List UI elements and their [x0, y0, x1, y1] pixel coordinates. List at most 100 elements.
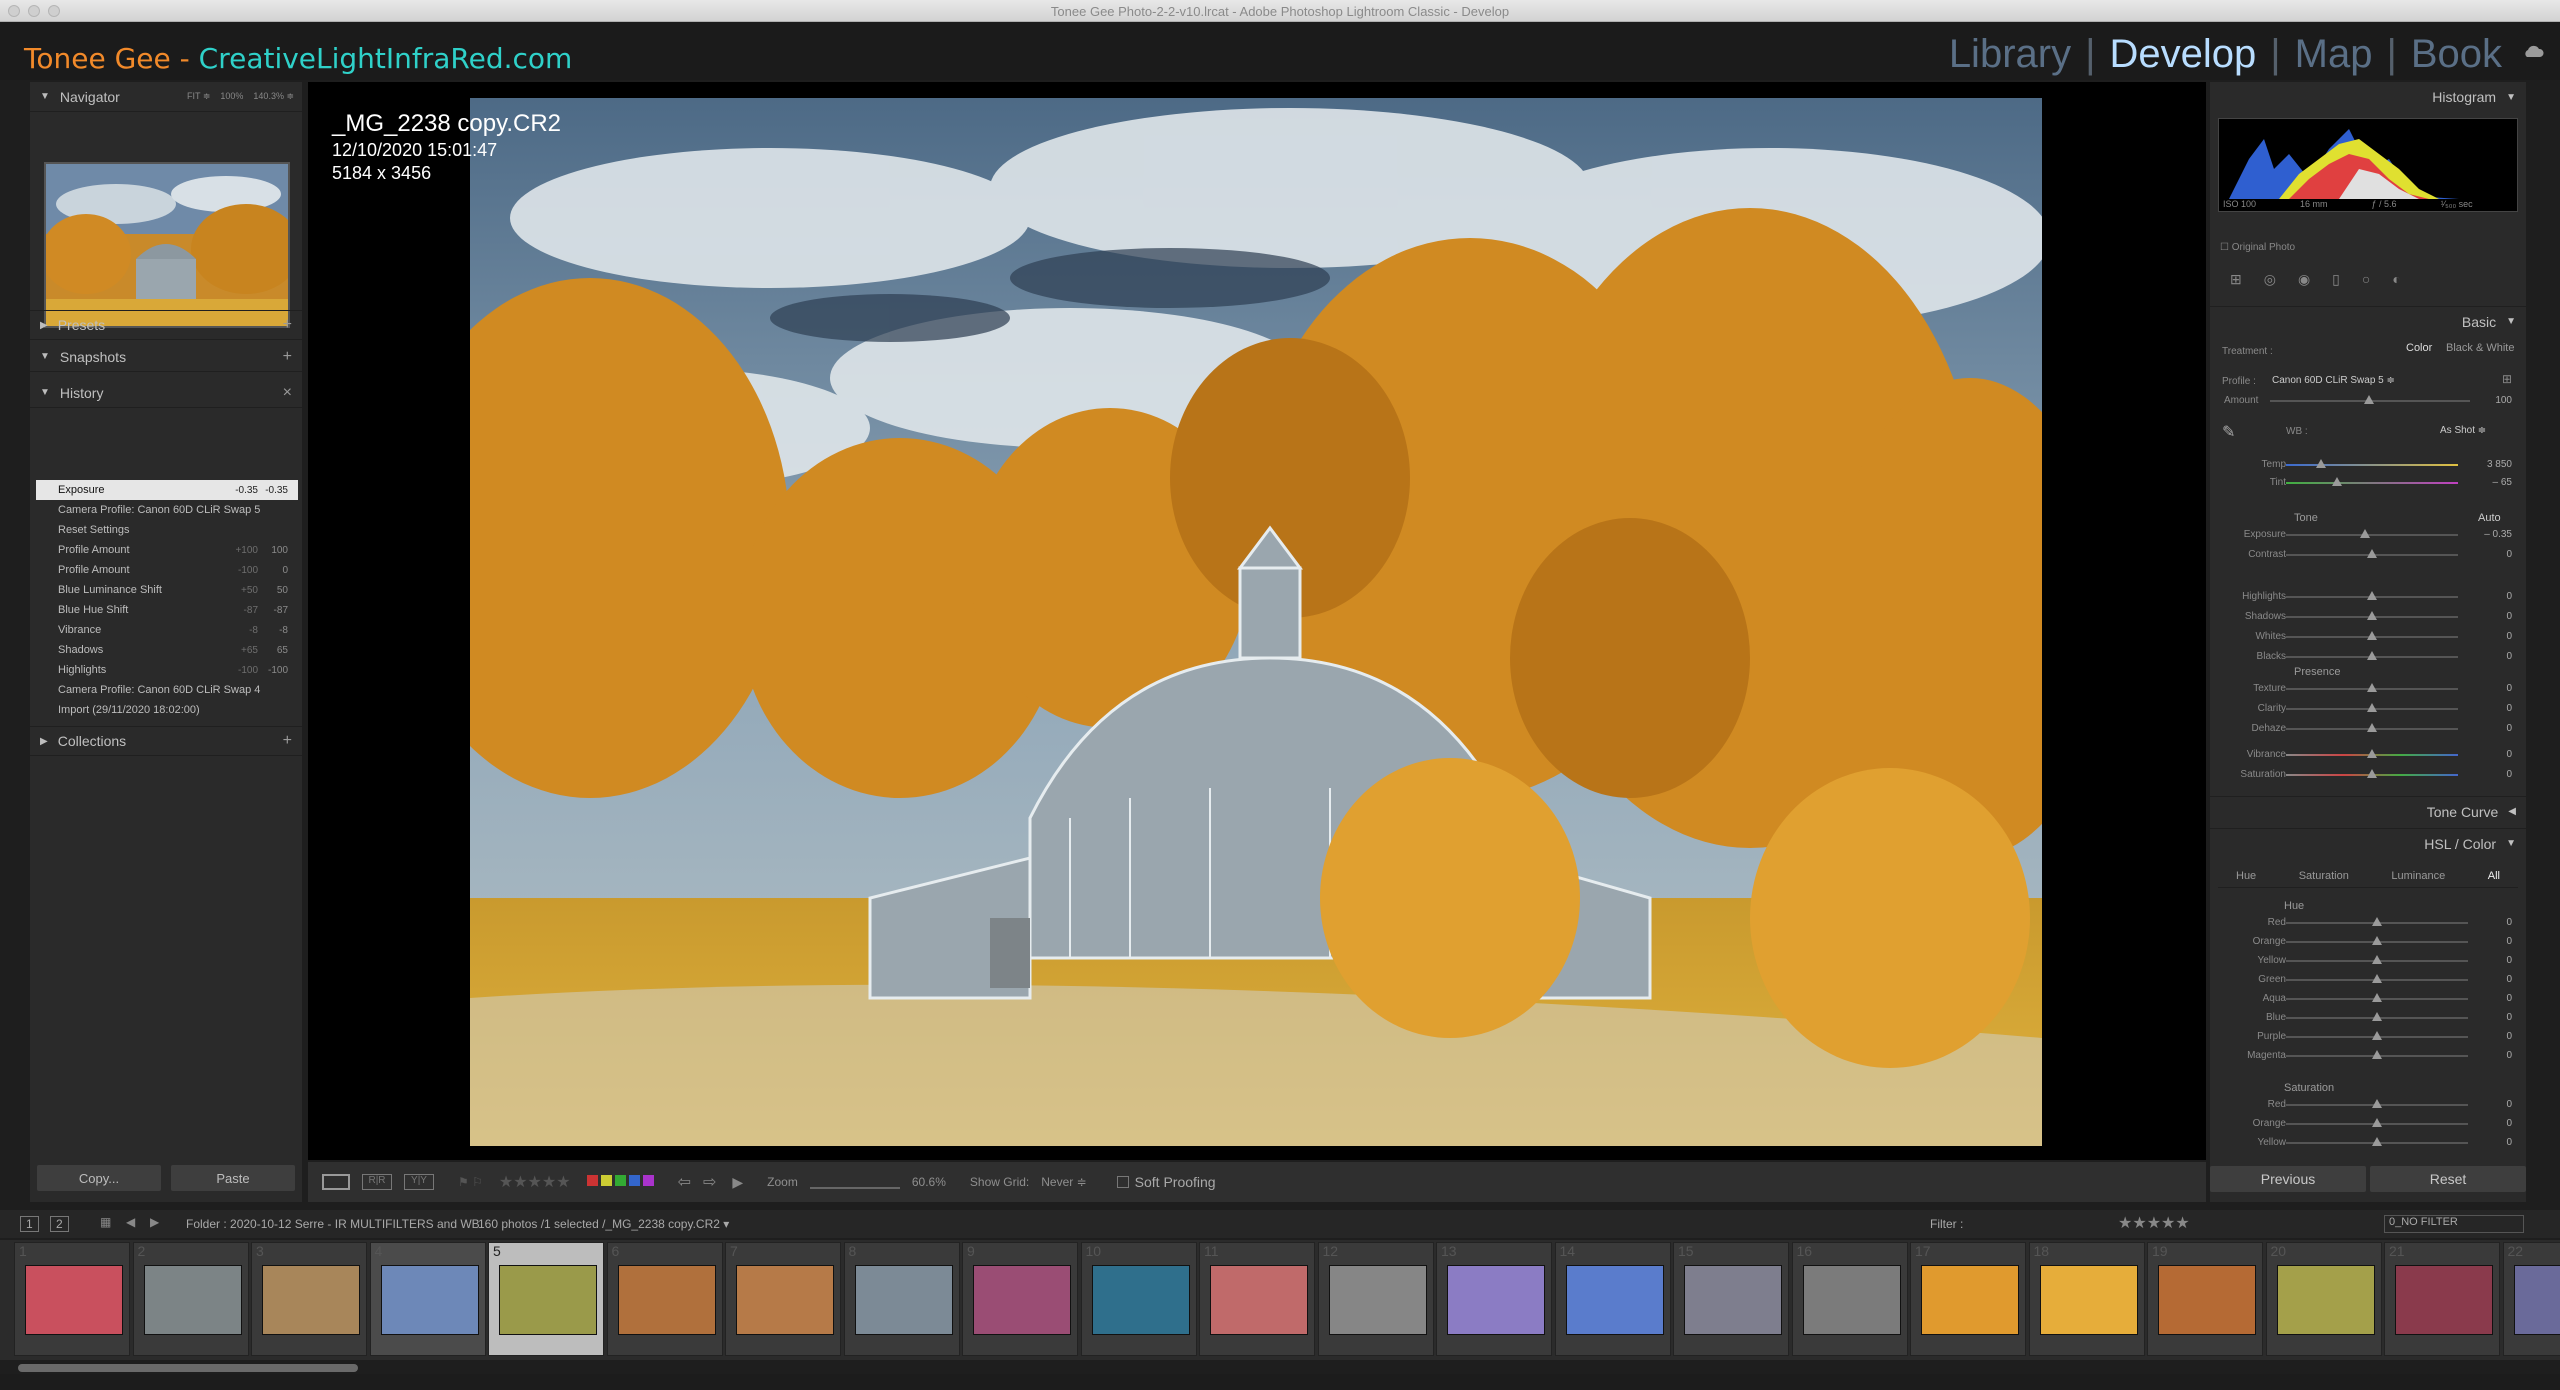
slideshow-play-icon[interactable]: ▶: [732, 1174, 743, 1191]
slider-magenta[interactable]: Magenta 0: [2210, 1047, 2526, 1065]
secondary-display-button[interactable]: 2: [50, 1216, 69, 1232]
copy-button[interactable]: Copy...: [36, 1164, 162, 1192]
module-map[interactable]: Map: [2295, 32, 2373, 77]
filter-star-rating[interactable]: ★★★★★: [2118, 1213, 2190, 1233]
history-step[interactable]: Exposure -0.35 -0.35: [36, 480, 298, 500]
slider-whites[interactable]: Whites 0: [2210, 628, 2526, 646]
reset-button[interactable]: Reset: [2370, 1166, 2526, 1192]
slider-green[interactable]: Green 0: [2210, 971, 2526, 989]
navigator-preview[interactable]: [44, 162, 290, 328]
paste-button[interactable]: Paste: [170, 1164, 296, 1192]
temp-slider[interactable]: Temp 3 850: [2210, 456, 2526, 474]
slider-aqua[interactable]: Aqua 0: [2210, 990, 2526, 1008]
amount-slider[interactable]: Amount 100: [2210, 392, 2526, 410]
history-step[interactable]: Highlights -100 -100: [36, 660, 298, 680]
filmstrip-thumbnail[interactable]: 14: [1554, 1242, 1671, 1356]
tone-curve-header[interactable]: Tone Curve ◀: [2210, 796, 2526, 826]
primary-display-button[interactable]: 1: [20, 1216, 39, 1232]
history-step[interactable]: Vibrance -8 -8: [36, 620, 298, 640]
radial-filter-icon[interactable]: ○: [2362, 271, 2370, 287]
slider-contrast[interactable]: Contrast 0: [2210, 546, 2526, 564]
filmstrip-thumbnail[interactable]: 13: [1436, 1242, 1552, 1356]
slider-exposure[interactable]: Exposure – 0.35: [2210, 526, 2526, 544]
crop-tool-icon[interactable]: ⊞: [2230, 271, 2242, 288]
next-photo-icon[interactable]: ⇨: [703, 1172, 716, 1192]
loupe-view-icon[interactable]: [322, 1174, 350, 1190]
slider-orange[interactable]: Orange 0: [2210, 933, 2526, 951]
filmstrip-thumbnail[interactable]: 18: [2028, 1242, 2145, 1356]
filmstrip-thumbnail[interactable]: 5: [488, 1242, 604, 1356]
hsl-header[interactable]: HSL / Color ▼: [2210, 828, 2526, 858]
photo-count[interactable]: 160 photos /1 selected /_MG_2238 copy.CR…: [478, 1217, 729, 1231]
filmstrip-thumbnail[interactable]: 1: [14, 1242, 130, 1356]
slider-yellow[interactable]: Yellow 0: [2210, 952, 2526, 970]
filmstrip-thumbnail[interactable]: 9: [962, 1242, 1078, 1356]
zoom-custom[interactable]: 140.3% ≑: [253, 91, 294, 102]
module-book[interactable]: Book: [2411, 32, 2502, 77]
filmstrip-thumbnail[interactable]: 20: [2265, 1242, 2382, 1356]
history-step[interactable]: Camera Profile: Canon 60D CLiR Swap 5: [36, 500, 298, 520]
slider-texture[interactable]: Texture 0: [2210, 680, 2526, 698]
filmstrip-thumbnail[interactable]: 7: [725, 1242, 841, 1356]
presets-header[interactable]: ▶ Presets +: [30, 310, 302, 340]
slider-saturation[interactable]: Saturation 0: [2210, 766, 2526, 784]
history-header[interactable]: ▼ History ×: [30, 378, 302, 408]
histogram-header[interactable]: Histogram ▼: [2210, 82, 2526, 112]
navigator-header[interactable]: ▼ Navigator FIT ≑ 100% 140.3% ≑: [30, 82, 302, 112]
filmstrip-thumbnail[interactable]: 19: [2147, 1242, 2263, 1356]
before-after-split-icon[interactable]: Y|Y: [404, 1174, 434, 1190]
zoom-slider[interactable]: [809, 1187, 900, 1189]
tab-saturation[interactable]: Saturation: [2299, 870, 2349, 882]
filmstrip-thumbnail[interactable]: 21: [2384, 1242, 2500, 1356]
filmstrip-thumbnail[interactable]: 22: [2502, 1242, 2560, 1356]
red-eye-icon[interactable]: ◉: [2298, 271, 2310, 288]
slider-blacks[interactable]: Blacks 0: [2210, 648, 2526, 666]
filmstrip-thumbnail[interactable]: 11: [1199, 1242, 1315, 1356]
folder-breadcrumb[interactable]: Folder : 2020-10-12 Serre - IR MULTIFILT…: [186, 1217, 480, 1231]
wb-select[interactable]: As Shot ≑: [2440, 425, 2486, 436]
add-preset-icon[interactable]: +: [283, 316, 292, 334]
adjustment-brush-icon[interactable]: ◐: [2392, 271, 2400, 287]
treatment-bw[interactable]: Black & White: [2446, 342, 2514, 354]
filmstrip-thumbnail[interactable]: 15: [1673, 1242, 1789, 1356]
slider-highlights[interactable]: Highlights 0: [2210, 588, 2526, 606]
tint-slider[interactable]: Tint – 65: [2210, 474, 2526, 492]
original-photo-checkbox[interactable]: ☐ Original Photo: [2220, 242, 2295, 253]
treatment-color[interactable]: Color: [2406, 342, 2432, 354]
slider-clarity[interactable]: Clarity 0: [2210, 700, 2526, 718]
add-snapshot-icon[interactable]: +: [283, 348, 292, 366]
zoom-fit[interactable]: FIT ≑: [187, 91, 210, 102]
slider-red[interactable]: Red 0: [2210, 1096, 2526, 1114]
filmstrip-thumbnail[interactable]: 16: [1791, 1242, 1908, 1356]
previous-photo-icon[interactable]: ⇦: [678, 1172, 691, 1192]
basic-header[interactable]: Basic ▼: [2210, 306, 2526, 336]
filmstrip-thumbnail[interactable]: 3: [251, 1242, 367, 1356]
flag-icons[interactable]: ⚑ ⚐: [458, 1175, 483, 1189]
slider-yellow[interactable]: Yellow 0: [2210, 1134, 2526, 1152]
filmstrip-thumbnail[interactable]: 17: [1910, 1242, 2026, 1356]
grid-view-icon[interactable]: ▦: [100, 1215, 111, 1229]
profile-select[interactable]: Canon 60D CLiR Swap 5 ≑: [2272, 375, 2395, 386]
filter-preset-select[interactable]: 0_NO FILTER: [2384, 1215, 2524, 1233]
tab-luminance[interactable]: Luminance: [2391, 870, 2445, 882]
zoom-100[interactable]: 100%: [220, 91, 243, 102]
module-develop[interactable]: Develop: [2109, 32, 2256, 77]
slider-blue[interactable]: Blue 0: [2210, 1009, 2526, 1027]
auto-tone-button[interactable]: Auto: [2478, 512, 2501, 524]
back-arrow-icon[interactable]: ◀: [126, 1215, 135, 1229]
previous-button[interactable]: Previous: [2210, 1166, 2366, 1192]
filmstrip-thumbnail[interactable]: 8: [843, 1242, 960, 1356]
image-canvas[interactable]: _MG_2238 copy.CR2 12/10/2020 15:01:47 51…: [308, 82, 2206, 1160]
tab-all[interactable]: All: [2488, 870, 2500, 882]
slider-shadows[interactable]: Shadows 0: [2210, 608, 2526, 626]
graduated-filter-icon[interactable]: ▯: [2332, 271, 2340, 288]
white-balance-picker-icon[interactable]: ✎: [2222, 422, 2235, 442]
history-step[interactable]: Shadows +65 65: [36, 640, 298, 660]
history-step[interactable]: Camera Profile: Canon 60D CLiR Swap 4: [36, 680, 298, 700]
filmstrip-thumbnail[interactable]: 2: [132, 1242, 249, 1356]
clear-history-icon[interactable]: ×: [283, 384, 292, 402]
show-grid-select[interactable]: Never ≑: [1041, 1175, 1086, 1189]
forward-arrow-icon[interactable]: ▶: [150, 1215, 159, 1229]
history-step[interactable]: Reset Settings: [36, 520, 298, 540]
soft-proofing-checkbox[interactable]: [1116, 1176, 1129, 1188]
